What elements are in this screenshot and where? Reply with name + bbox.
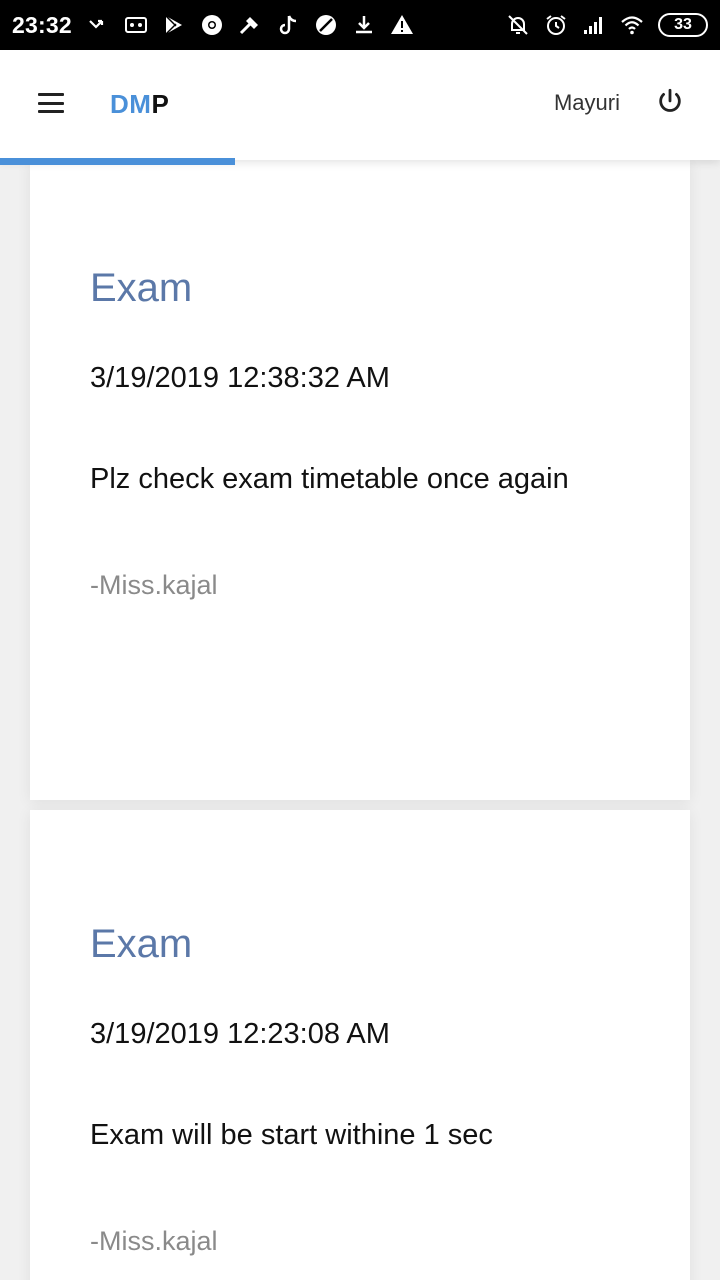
download-icon <box>352 13 376 37</box>
notice-author: -Miss.kajal <box>90 1226 218 1256</box>
notice-list: Exam 3/19/2019 12:38:32 AM Plz check exa… <box>30 160 690 1280</box>
username-label: Mayuri <box>553 90 620 115</box>
status-bar-left: 23:32 <box>12 12 414 39</box>
voicemail-icon <box>124 13 148 37</box>
hamburger-icon <box>38 101 64 105</box>
notice-date: 3/19/2019 12:23:08 AM <box>90 1018 390 1050</box>
status-bar: 23:32 33 <box>0 0 720 50</box>
hamburger-icon <box>38 110 64 113</box>
notice-date: 3/19/2019 12:38:32 AM <box>90 362 390 394</box>
brand-logo[interactable]: DMP <box>110 89 169 120</box>
tiktok-icon <box>276 13 300 37</box>
loading-progress-bar <box>0 158 720 165</box>
hamburger-icon <box>38 93 64 96</box>
notice-card[interactable]: Exam 3/19/2019 12:38:32 AM Plz check exa… <box>30 160 690 800</box>
status-bar-right: 33 <box>506 13 708 37</box>
missed-call-icon <box>86 13 110 37</box>
status-time: 23:32 <box>12 11 72 38</box>
battery-indicator: 33 <box>658 13 708 37</box>
notice-card[interactable]: Exam 3/19/2019 12:23:08 AM Exam will be … <box>30 810 690 1280</box>
notice-author: -Miss.kajal <box>90 570 218 600</box>
loading-progress-fill <box>0 158 235 165</box>
power-icon <box>659 88 681 112</box>
notice-title: Exam <box>90 266 193 310</box>
alarm-icon <box>544 13 568 37</box>
brand-part-2: P <box>151 89 170 119</box>
app-header: DMP Mayuri <box>0 50 720 160</box>
play-store-icon <box>162 13 186 37</box>
notice-message: Plz check exam timetable once again <box>90 463 569 495</box>
app-icon <box>314 13 338 37</box>
notifications-off-icon <box>506 13 530 37</box>
notice-title: Exam <box>90 922 193 966</box>
logout-button[interactable] <box>656 88 684 116</box>
chrome-icon <box>200 13 224 37</box>
menu-button[interactable] <box>38 90 64 116</box>
wifi-icon <box>620 13 644 37</box>
warning-icon <box>390 13 414 37</box>
tools-icon <box>238 13 262 37</box>
signal-icon <box>582 13 606 37</box>
brand-part-1: DM <box>110 89 152 119</box>
notice-message: Exam will be start withine 1 sec <box>90 1119 493 1151</box>
